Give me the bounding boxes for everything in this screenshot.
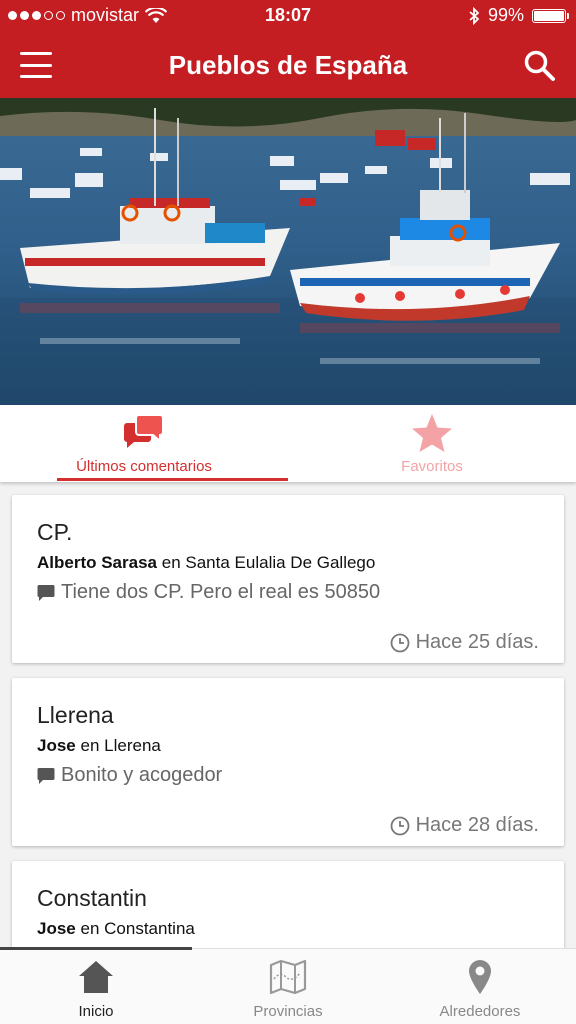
comment-place: Constantina [104,919,195,938]
comment-place: Santa Eulalia De Gallego [185,553,376,572]
battery-percent: 99% [487,5,524,25]
comment-title: Constantin [37,885,147,911]
location-pin-icon [469,960,491,994]
comment-title: CP. [37,519,73,545]
star-icon [412,414,452,452]
comment-text: Bonito y acogedor [61,764,223,786]
nav-alrededores-label: Alrededores [439,1003,521,1020]
app-title: Pueblos de España [168,50,408,80]
status-bar: movistar 18:07 99% [0,0,576,32]
comment-body: Bonito y acogedor [37,764,222,787]
comment-title: Llerena [37,702,114,728]
nav-inicio[interactable]: Inicio [0,949,192,1024]
speech-bubble-icon [37,584,55,601]
comment-connector: en [161,553,181,572]
comment-card[interactable]: Llerena Jose en Llerena Bonito y acogedo… [12,678,564,846]
clock-icon [390,633,409,652]
comments-icon [124,414,164,448]
nav-provincias[interactable]: Provincias [192,949,384,1024]
comment-author: Alberto Sarasa [37,553,157,572]
nav-alrededores[interactable]: Alrededores [384,949,576,1024]
comment-author: Jose [37,736,76,755]
comment-byline: Jose en Constantina [37,919,195,939]
search-icon[interactable] [522,48,558,84]
comment-time-text: Hace 25 días. [415,631,539,653]
comment-text: Tiene dos CP. Pero el real es 50850 [61,581,381,603]
comment-byline: Jose en Llerena [37,736,161,756]
status-right: 99% [468,5,569,26]
app-bar: Pueblos de España [0,32,576,98]
clock-icon [390,816,409,835]
nav-provincias-label: Provincias [253,1003,323,1020]
comment-card[interactable]: CP. Alberto Sarasa en Santa Eulalia De G… [12,495,564,663]
tab-bar: Últimos comentarios Favoritos [0,405,576,482]
map-icon [269,959,307,995]
tab-latest-comments-label: Últimos comentarios [76,458,212,475]
tab-favorites[interactable]: Favoritos [288,405,576,482]
hero-image [0,98,576,405]
comment-byline: Alberto Sarasa en Santa Eulalia De Galle… [37,553,375,573]
active-tab-indicator [57,478,288,481]
tab-latest-comments[interactable]: Últimos comentarios [0,405,288,482]
bluetooth-icon [469,6,480,25]
bottom-navigation: Inicio Provincias Alrededores [0,947,576,1024]
nav-inicio-label: Inicio [78,1003,114,1020]
battery-icon [532,8,569,23]
comment-time: Hace 28 días. [390,814,539,837]
tab-favorites-label: Favoritos [401,458,463,475]
home-icon [79,961,113,993]
speech-bubble-icon [37,767,55,784]
comment-card[interactable]: Constantin Jose en Constantina [12,861,564,948]
comment-place: Llerena [104,736,161,755]
comment-connector: en [80,736,100,755]
comment-author: Jose [37,919,76,938]
comment-connector: en [80,919,100,938]
comment-time-text: Hace 28 días. [415,814,539,836]
comment-body: Tiene dos CP. Pero el real es 50850 [37,581,380,604]
comment-time: Hace 25 días. [390,631,539,654]
